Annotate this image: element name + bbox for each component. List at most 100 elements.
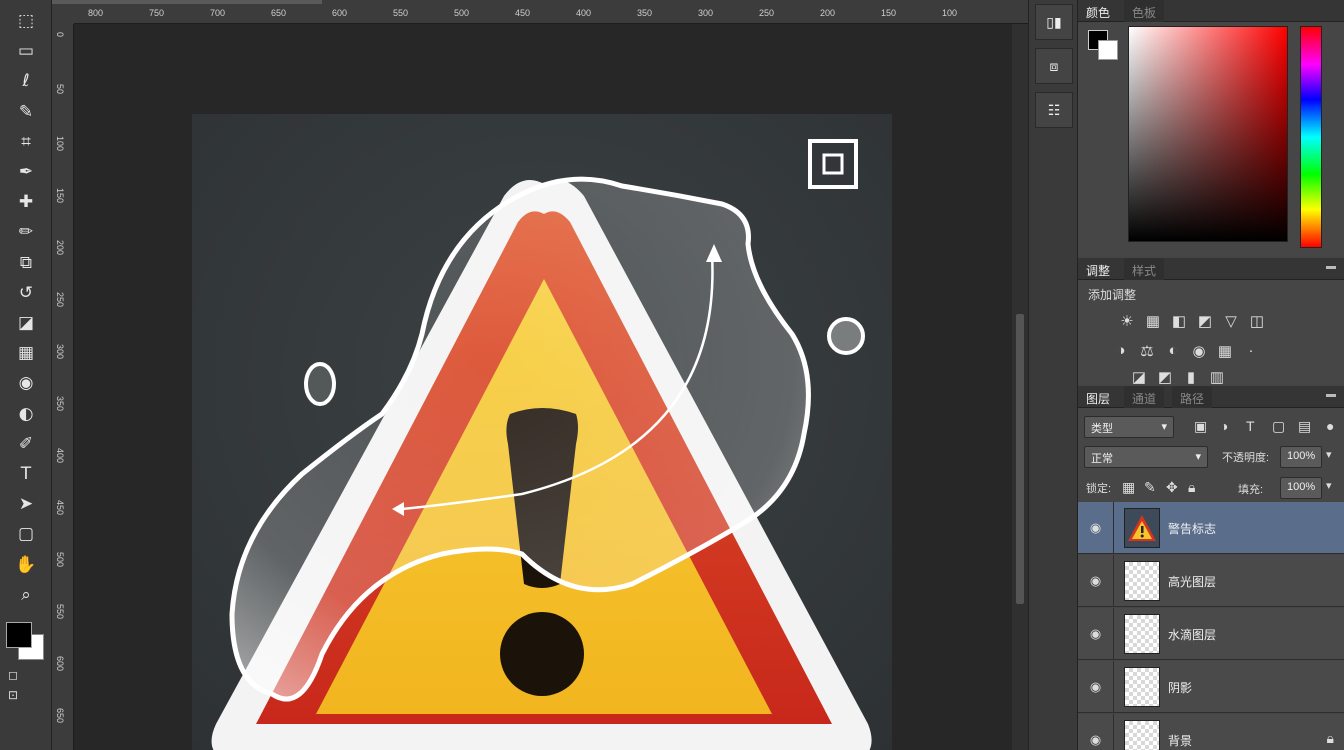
pen-tool-icon[interactable]: ✐ (8, 431, 44, 457)
tab-layers[interactable]: 图层 (1078, 386, 1118, 408)
adjustment-row1-4-icon[interactable]: ▽ (1220, 312, 1242, 332)
blur-tool-icon[interactable]: ◉ (8, 370, 44, 396)
adjustment-row2-0-icon[interactable]: ◑ (1110, 342, 1132, 362)
lasso-tool-icon[interactable]: ℓ (8, 68, 44, 94)
chevron-down-icon[interactable]: ▾ (1326, 448, 1332, 461)
adjustment-row3-3-icon[interactable]: ▥ (1206, 368, 1228, 388)
panel-menu-icon[interactable]: ▬ (1326, 261, 1336, 272)
hue-slider[interactable] (1300, 26, 1322, 248)
opacity-input[interactable]: 100% (1280, 446, 1322, 468)
layer-row[interactable]: ◉ 背景 🔒︎ (1078, 714, 1344, 750)
layer-thumbnail[interactable] (1124, 561, 1160, 601)
healing-tool-icon[interactable]: ✚ (8, 189, 44, 215)
panel-menu-icon[interactable]: ▬ (1326, 389, 1336, 400)
layer-thumbnail[interactable] (1124, 614, 1160, 654)
hand-tool-icon[interactable]: ✋ (8, 552, 44, 578)
layer-name[interactable]: 阴影 (1168, 679, 1192, 696)
adjustment-row2-2-icon[interactable]: ◐ (1162, 342, 1184, 362)
clone-stamp-tool-icon[interactable]: ⧉ (8, 250, 44, 276)
history-panel-icon[interactable]: ▯▮ (1035, 4, 1073, 40)
visibility-eye-icon[interactable]: ◉ (1078, 714, 1114, 750)
eyedropper-tool-icon[interactable]: ✒ (8, 159, 44, 185)
move-tool-icon[interactable]: ⬚ (8, 8, 44, 34)
dodge-tool-icon[interactable]: ◐ (8, 401, 44, 427)
blend-mode-select[interactable]: 正常 ▾ (1084, 446, 1208, 468)
zoom-tool-icon[interactable]: ⌕ (8, 582, 44, 608)
ruler-tick-label: 400 (576, 8, 592, 18)
adjustment-row2-5-icon[interactable]: · (1240, 342, 1262, 362)
pasteboard[interactable] (74, 24, 1014, 750)
adjustment-row2-3-icon[interactable]: ◉ (1188, 342, 1210, 362)
visibility-eye-icon[interactable]: ◉ (1078, 661, 1114, 713)
layer-row[interactable]: ◉ 警告标志 (1078, 502, 1344, 554)
lock-position-icon[interactable]: ✥ (1166, 479, 1178, 496)
lock-transparent-icon[interactable]: ▦ (1122, 479, 1135, 496)
ruler-tick-label: 200 (55, 240, 65, 256)
visibility-eye-icon[interactable]: ◉ (1078, 608, 1114, 660)
adjustment-row3-1-icon[interactable]: ◩ (1154, 368, 1176, 388)
screen-mode-icon[interactable]: ⊡ (8, 688, 18, 702)
adjustment-row1-1-icon[interactable]: ▦ (1142, 312, 1164, 332)
path-select-tool-icon[interactable]: ➤ (8, 491, 44, 517)
adjustment-row1-5-icon[interactable]: ◫ (1246, 312, 1268, 332)
tab-adjustments[interactable]: 调整 (1078, 258, 1118, 280)
adjustment-row2-4-icon[interactable]: ▦ (1214, 342, 1236, 362)
layer-kind-filter[interactable]: 类型 ▾ (1084, 416, 1174, 438)
eraser-tool-icon[interactable]: ◪ (8, 310, 44, 336)
tab-swatches[interactable]: 色板 (1124, 0, 1165, 22)
shape-tool-icon[interactable]: ▢ (8, 521, 44, 547)
color-saturation-field[interactable] (1128, 26, 1288, 242)
tab-paths[interactable]: 路径 (1172, 386, 1213, 408)
lock-image-icon[interactable]: ✎ (1144, 479, 1156, 496)
layer-row[interactable]: ◉ 水滴图层 (1078, 608, 1344, 660)
layer-row[interactable]: ◉ 高光图层 (1078, 555, 1344, 607)
shape-filter-icon[interactable]: ▢ (1272, 418, 1285, 435)
tab-channels[interactable]: 通道 (1124, 386, 1165, 408)
adjustment-row1-0-icon[interactable]: ☀ (1116, 312, 1138, 332)
document-canvas[interactable] (192, 114, 892, 750)
adjustment-row3-0-icon[interactable]: ◪ (1128, 368, 1150, 388)
filter-toggle-icon[interactable]: ● (1326, 418, 1334, 434)
layer-row[interactable]: ◉ 阴影 (1078, 661, 1344, 713)
marquee-tool-icon[interactable]: ▭ (8, 38, 44, 64)
tab-styles[interactable]: 样式 (1124, 258, 1165, 280)
ruler-tick-label: 650 (271, 8, 287, 18)
lock-all-icon[interactable]: 🔒︎ (1188, 479, 1195, 496)
quick-select-tool-icon[interactable]: ✎ (8, 99, 44, 125)
visibility-eye-icon[interactable]: ◉ (1078, 502, 1114, 554)
layer-name[interactable]: 背景 (1168, 732, 1192, 749)
libraries-panel-icon[interactable]: ☷ (1035, 92, 1073, 128)
visibility-eye-icon[interactable]: ◉ (1078, 555, 1114, 607)
tab-color[interactable]: 颜色 (1078, 0, 1118, 22)
type-tool-icon[interactable]: T (8, 461, 44, 487)
scrollbar-thumb[interactable] (1016, 314, 1024, 604)
color-background-swatch[interactable] (1098, 40, 1118, 60)
properties-panel-icon[interactable]: ⧈ (1035, 48, 1073, 84)
gradient-tool-icon[interactable]: ▦ (8, 340, 44, 366)
layer-thumbnail[interactable] (1124, 720, 1160, 750)
vertical-ruler[interactable]: 0 50 100 150 200 250 300 350 400 450 500 550 600 650 (52, 24, 74, 750)
chevron-down-icon[interactable]: ▾ (1326, 479, 1332, 492)
layer-name[interactable]: 水滴图层 (1168, 626, 1216, 643)
layer-name[interactable]: 高光图层 (1168, 573, 1216, 590)
vertical-scrollbar[interactable] (1012, 24, 1028, 750)
adjustment-filter-icon[interactable]: ◑ (1220, 418, 1228, 434)
brush-tool-icon[interactable]: ✏ (8, 219, 44, 245)
adjustment-row2-1-icon[interactable]: ⚖ (1136, 342, 1158, 362)
ruler-tick-label: 650 (55, 708, 65, 724)
adjustment-row3-2-icon[interactable]: ▮ (1180, 368, 1202, 388)
foreground-color-swatch[interactable] (6, 622, 32, 648)
crop-tool-icon[interactable]: ⌗ (8, 129, 44, 155)
layer-name[interactable]: 警告标志 (1168, 520, 1216, 537)
layer-thumbnail[interactable] (1124, 508, 1160, 548)
type-filter-icon[interactable]: T (1246, 418, 1255, 434)
layer-thumbnail[interactable] (1124, 667, 1160, 707)
fill-input[interactable]: 100% (1280, 477, 1322, 499)
pixel-filter-icon[interactable]: ▣ (1194, 418, 1207, 435)
history-brush-tool-icon[interactable]: ↺ (8, 280, 44, 306)
document-tab-bar[interactable] (52, 0, 322, 4)
smart-object-filter-icon[interactable]: ▤ (1298, 418, 1311, 435)
adjustment-row1-2-icon[interactable]: ◧ (1168, 312, 1190, 332)
adjustment-row1-3-icon[interactable]: ◩ (1194, 312, 1216, 332)
quick-mask-icon[interactable]: ◻ (8, 668, 18, 682)
